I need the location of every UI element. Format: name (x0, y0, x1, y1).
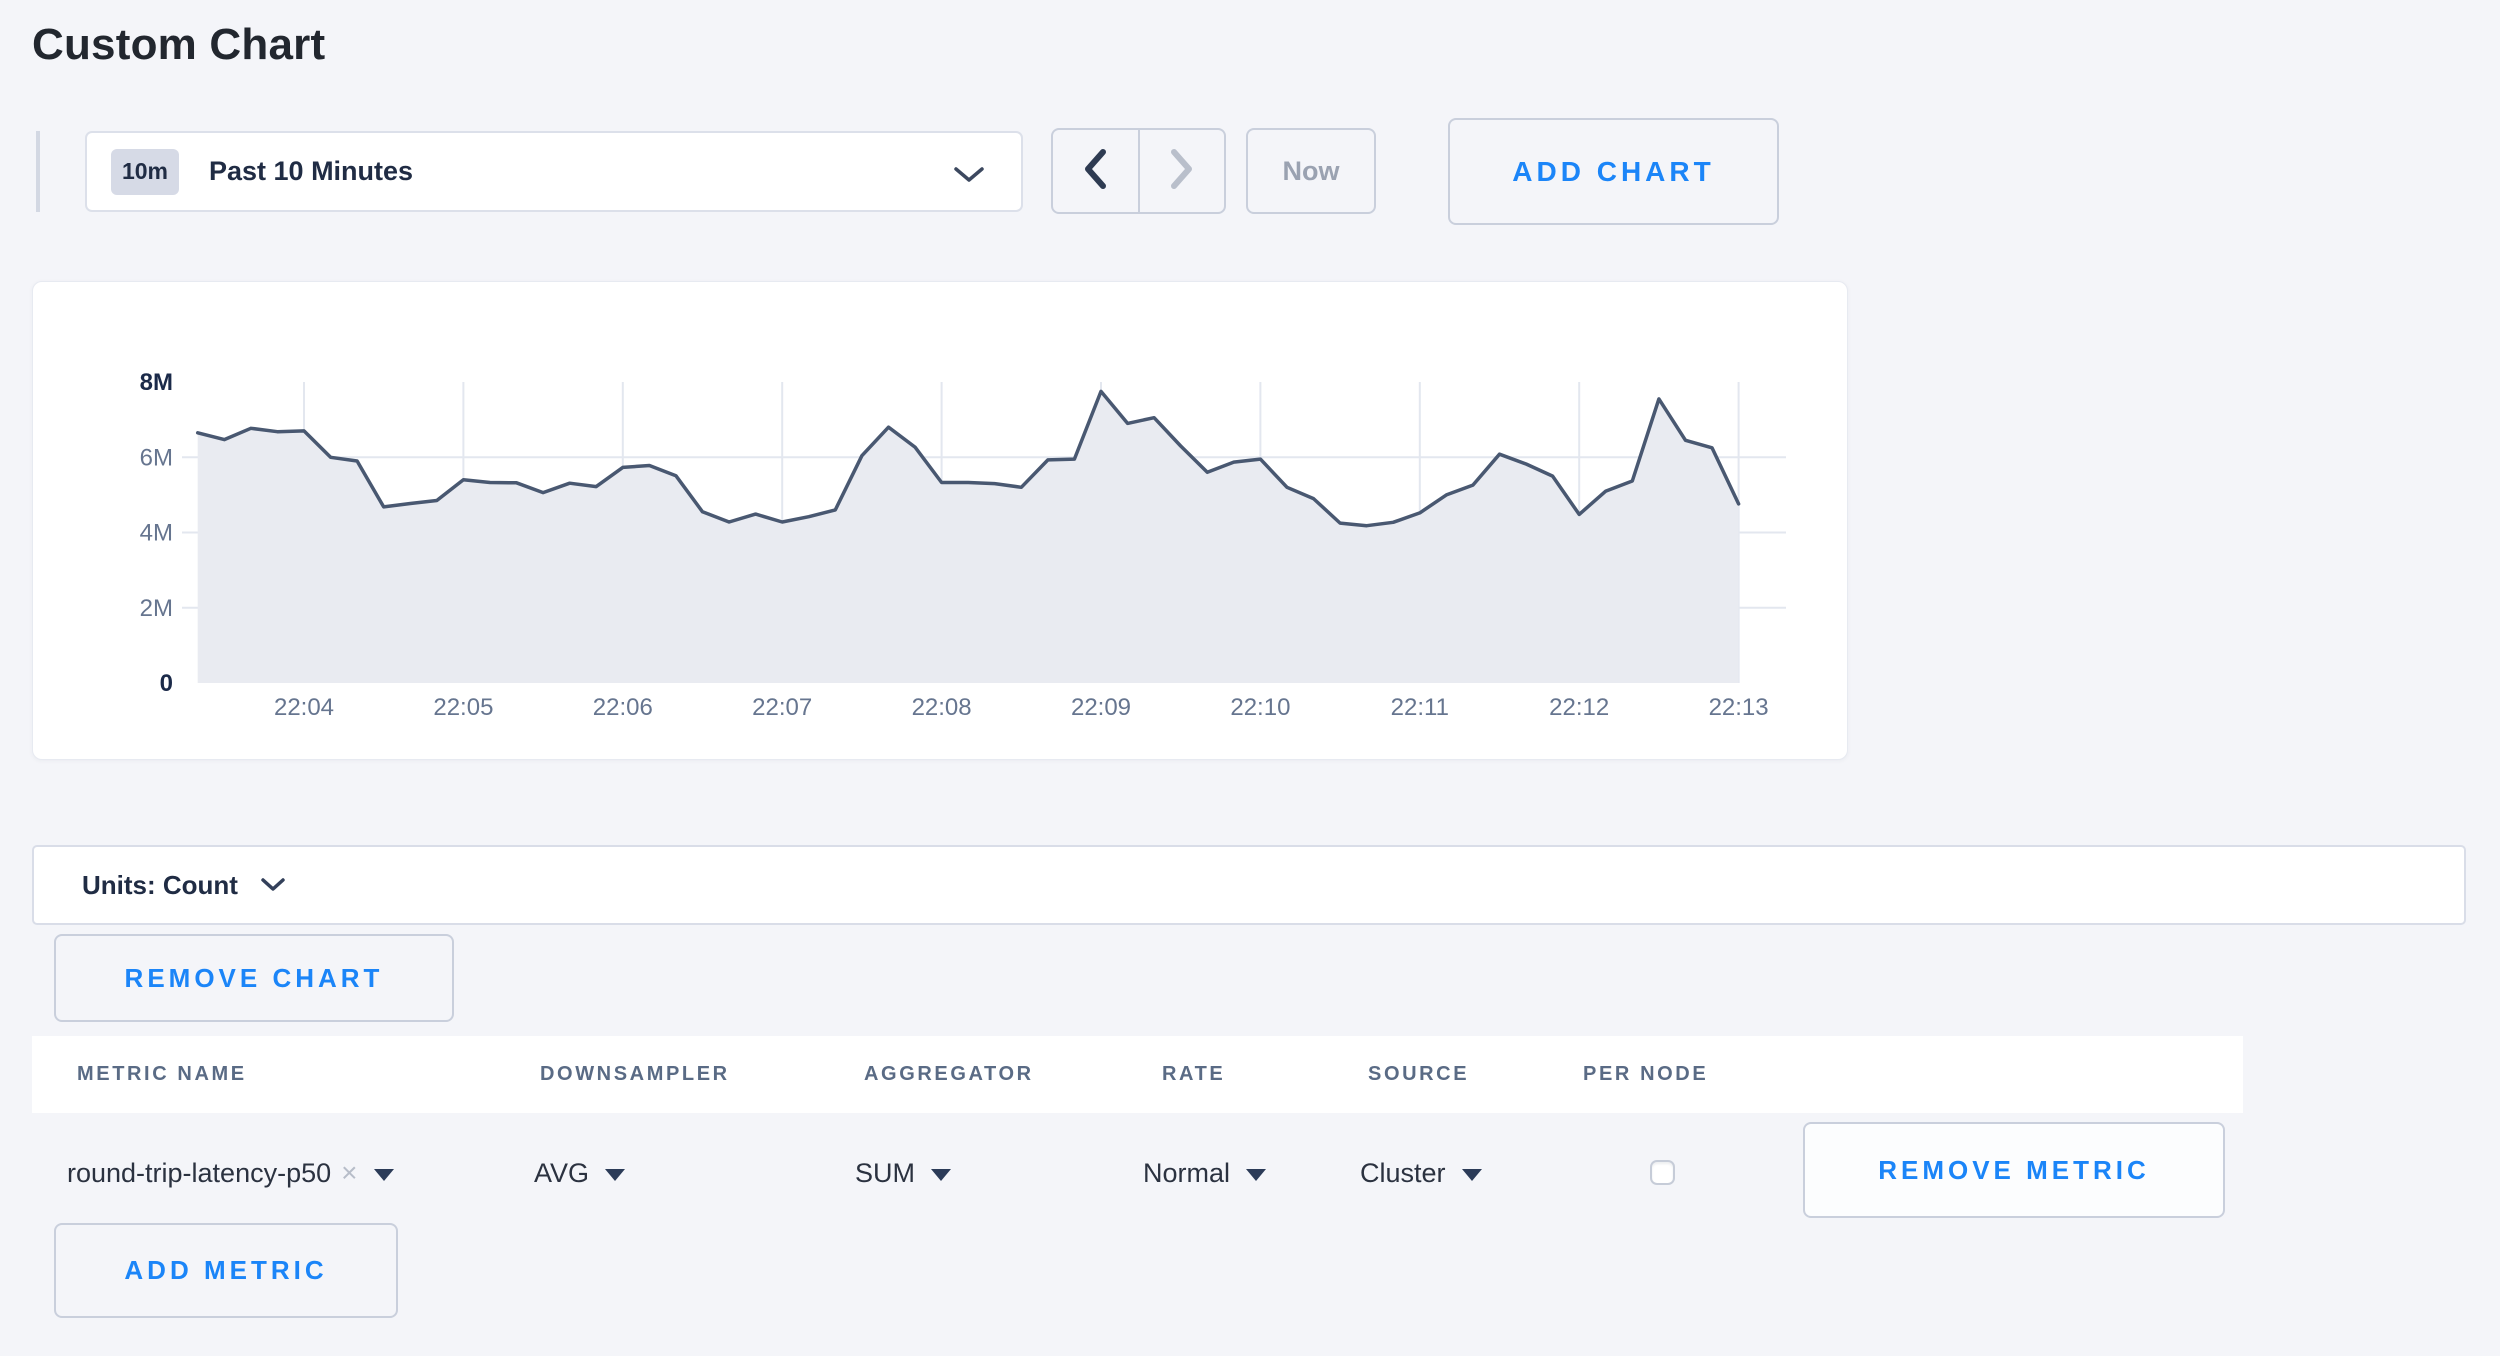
caret-down-icon (605, 1169, 625, 1181)
add-chart-button[interactable]: ADD CHART (1448, 118, 1779, 225)
caret-down-icon (1246, 1169, 1266, 1181)
next-time-button[interactable] (1140, 130, 1225, 212)
units-label: Units: Count (82, 870, 238, 901)
svg-text:22:05: 22:05 (433, 694, 493, 721)
column-header-rate: RATE (1162, 1036, 1225, 1113)
now-button[interactable]: Now (1246, 128, 1376, 214)
controls-left-rule (36, 131, 40, 212)
svg-text:8M: 8M (140, 369, 173, 396)
remove-chart-button[interactable]: REMOVE CHART (54, 934, 454, 1022)
chevron-right-icon (1169, 148, 1195, 195)
chevron-down-icon (260, 877, 286, 897)
source-select[interactable]: Cluster (1360, 1113, 1482, 1233)
metric-name-value: round-trip-latency-p50 (67, 1158, 331, 1189)
column-header-downsampler: DOWNSAMPLER (540, 1036, 730, 1113)
add-metric-button[interactable]: ADD METRIC (54, 1223, 398, 1318)
chevron-down-icon (953, 166, 985, 189)
rate-select[interactable]: Normal (1143, 1113, 1266, 1233)
time-pager (1051, 128, 1226, 214)
svg-text:2M: 2M (140, 595, 173, 622)
caret-down-icon (374, 1169, 394, 1181)
svg-text:22:07: 22:07 (752, 694, 812, 721)
time-range-label: Past 10 Minutes (209, 156, 413, 187)
remove-metric-button[interactable]: REMOVE METRIC (1803, 1122, 2225, 1218)
metrics-table-header: METRIC NAME DOWNSAMPLER AGGREGATOR RATE … (32, 1036, 2243, 1113)
svg-text:6M: 6M (140, 444, 173, 471)
time-range-badge: 10m (111, 149, 179, 195)
remove-tag-icon[interactable]: × (341, 1157, 357, 1189)
chevron-left-icon (1082, 148, 1108, 195)
metric-name-select[interactable]: round-trip-latency-p50 × (67, 1113, 394, 1233)
column-header-per-node: PER NODE (1583, 1036, 1708, 1113)
downsampler-select[interactable]: AVG (534, 1113, 625, 1233)
page-title: Custom Chart (32, 20, 325, 70)
svg-text:22:08: 22:08 (912, 694, 972, 721)
units-select[interactable]: Units: Count (32, 845, 2466, 925)
custom-chart-page: Custom Chart 10m Past 10 Minutes Now ADD… (0, 0, 2500, 1356)
column-header-source: SOURCE (1368, 1036, 1469, 1113)
svg-text:4M: 4M (140, 520, 173, 547)
source-value: Cluster (1360, 1158, 1446, 1189)
downsampler-value: AVG (534, 1158, 589, 1189)
timeseries-chart[interactable]: 22:04 22:05 22:06 22:07 22:08 22:09 22:10 22:11… (33, 282, 1847, 761)
aggregator-select[interactable]: SUM (855, 1113, 951, 1233)
svg-text:22:09: 22:09 (1071, 694, 1131, 721)
time-range-select[interactable]: 10m Past 10 Minutes (85, 131, 1023, 212)
svg-text:22:11: 22:11 (1391, 694, 1449, 721)
caret-down-icon (931, 1169, 951, 1181)
column-header-metric-name: METRIC NAME (77, 1036, 247, 1113)
prev-time-button[interactable] (1053, 130, 1140, 212)
aggregator-value: SUM (855, 1158, 915, 1189)
svg-text:22:10: 22:10 (1230, 694, 1290, 721)
per-node-checkbox[interactable] (1650, 1160, 1675, 1185)
svg-text:0: 0 (160, 670, 173, 697)
rate-value: Normal (1143, 1158, 1230, 1189)
svg-text:22:12: 22:12 (1549, 694, 1609, 721)
svg-text:22:04: 22:04 (274, 694, 334, 721)
column-header-aggregator: AGGREGATOR (864, 1036, 1034, 1113)
svg-text:22:13: 22:13 (1709, 694, 1769, 721)
chart-card: 22:04 22:05 22:06 22:07 22:08 22:09 22:10 22:11… (32, 281, 1848, 760)
svg-text:22:06: 22:06 (593, 694, 653, 721)
caret-down-icon (1462, 1169, 1482, 1181)
